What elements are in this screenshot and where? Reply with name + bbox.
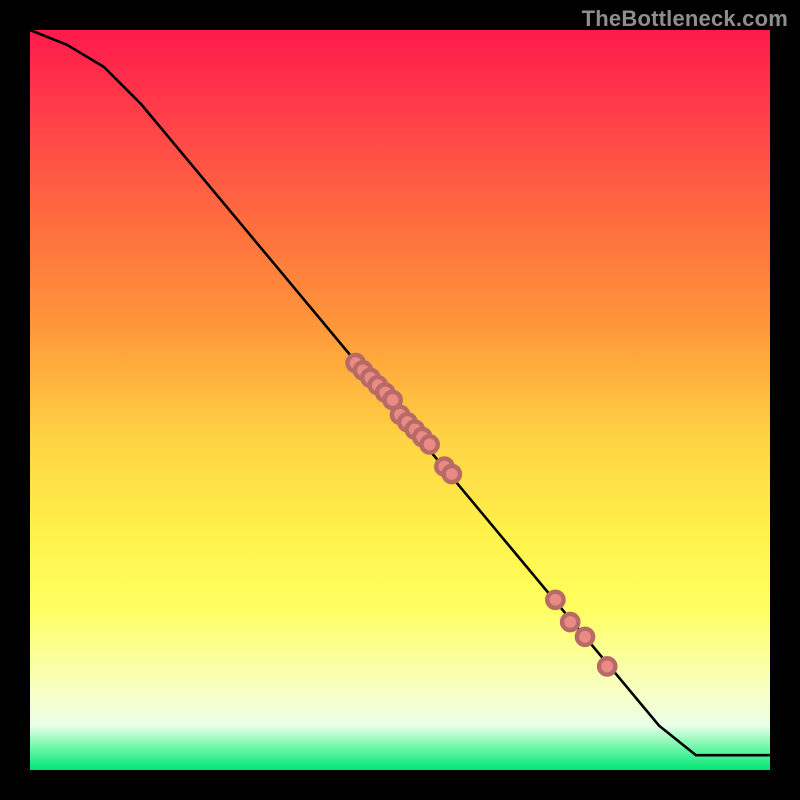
marker-dot xyxy=(577,629,593,645)
watermark-text: TheBottleneck.com xyxy=(582,6,788,32)
main-curve xyxy=(30,30,770,755)
marker-dot xyxy=(562,614,578,630)
chart-stage: TheBottleneck.com xyxy=(0,0,800,800)
plot-area xyxy=(30,30,770,770)
marker-dot xyxy=(444,466,460,482)
marker-dot xyxy=(421,436,437,452)
marker-dot xyxy=(599,658,615,674)
marker-dot xyxy=(547,592,563,608)
chart-svg xyxy=(30,30,770,770)
marker-group xyxy=(347,355,615,675)
